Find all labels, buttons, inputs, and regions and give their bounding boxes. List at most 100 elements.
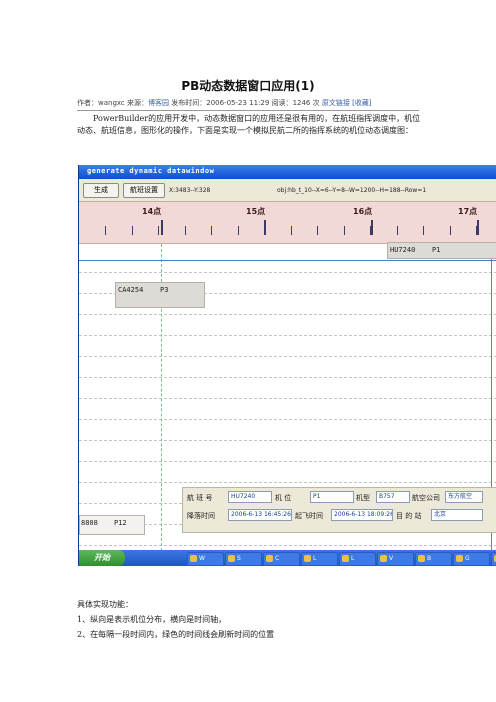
ruler-major-tick — [371, 220, 373, 235]
type-field[interactable]: B757 — [376, 491, 410, 503]
toolbar: 生成 航班设置 X:3483--Y:328 obj:hb_t_10--X=6--… — [79, 179, 496, 202]
app-icon — [228, 555, 235, 562]
app-icon — [190, 555, 197, 562]
taskbar-item[interactable]: G — [453, 552, 490, 566]
taskbar-item-label: G — [465, 555, 470, 562]
grid-row-line — [79, 419, 496, 420]
generate-button[interactable]: 生成 — [83, 183, 119, 198]
type-label: 机型 — [356, 494, 370, 502]
grid-row-line — [79, 398, 496, 399]
stand-field[interactable]: P1 — [310, 491, 354, 503]
destination-field[interactable]: 北京 — [431, 509, 483, 521]
taskbar-item-label: V — [389, 555, 394, 562]
reads-unit: 次 — [312, 99, 320, 107]
flight-block[interactable]: 8808 P12 — [79, 515, 145, 535]
app-icon — [418, 555, 425, 562]
grid-row-line — [79, 440, 496, 441]
land-time-field[interactable]: 2006-6-13 16:45:26 — [228, 509, 292, 521]
flight-stand: P12 — [114, 519, 127, 527]
published-label: 发布时间： — [171, 99, 207, 107]
takeoff-time-label: 起飞时间 — [295, 512, 323, 520]
ruler-major-tick — [477, 220, 479, 235]
ruler-tick — [317, 226, 318, 235]
app-screenshot: generate dynamic datawindow 生成 航班设置 X:34… — [78, 165, 496, 566]
flight-code: HU7240 — [390, 246, 416, 254]
windows-taskbar: 开始 W S C L L V B G P — [79, 550, 496, 566]
feature-item: 1、纵向是表示机位分布，横向是时间轴， — [77, 615, 227, 624]
stand-label: 机 位 — [275, 494, 292, 502]
grid-row-line — [79, 482, 496, 483]
ruler-major-tick — [161, 220, 163, 235]
flight-code: CA4254 — [118, 286, 144, 294]
time-ruler: 14点 15点 16点 17点 — [79, 202, 496, 244]
taskbar-item[interactable]: C — [263, 552, 300, 566]
flight-code: 8808 — [81, 519, 98, 527]
ruler-tick — [449, 226, 451, 235]
ruler-tick — [211, 226, 212, 235]
ruler-major-tick — [264, 220, 266, 235]
app-icon — [304, 555, 311, 562]
flight-settings-button[interactable]: 航班设置 — [123, 183, 165, 198]
airline-label: 航空公司 — [412, 494, 440, 502]
taskbar-item[interactable]: S — [225, 552, 262, 566]
author: wangxc — [98, 99, 125, 107]
ruler-tick — [290, 226, 292, 235]
app-icon — [266, 555, 273, 562]
article-meta: 作者：wangxc 来源：博客园 发布时间：2006-05-23 11:29 阅… — [77, 98, 419, 111]
blue-row-line — [79, 260, 496, 261]
flight-block[interactable]: CA4254 P3 — [115, 282, 205, 308]
object-info: obj:hb_t_10--X=6--Y=8--W=1200--H=188--Ro… — [277, 187, 427, 194]
flight-no-field[interactable]: HU7240 — [228, 491, 272, 503]
taskbar-item[interactable]: L — [339, 552, 376, 566]
flight-detail-panel: 航 班 号 HU7240 机 位 P1 机型 B757 航空公司 东方航空 降落… — [182, 487, 496, 533]
original-link[interactable]: 原文链接 — [322, 99, 350, 107]
ruler-tick — [396, 226, 398, 235]
taskbar-item-label: B — [427, 555, 432, 562]
taskbar-item-label: L — [313, 555, 317, 562]
taskbar-item-label: L — [351, 555, 355, 562]
ruler-tick — [105, 226, 106, 235]
published-time: 2006-05-23 11:29 — [206, 99, 270, 107]
taskbar-item[interactable]: L — [301, 552, 338, 566]
window-title: generate dynamic datawindow — [87, 167, 215, 175]
app-icon — [456, 555, 463, 562]
source-label: 来源： — [127, 99, 148, 107]
taskbar-item[interactable]: V — [377, 552, 414, 566]
ruler-tick — [131, 226, 133, 235]
ruler-tick — [158, 226, 159, 235]
reads-count: 1246 — [292, 99, 311, 107]
flight-block[interactable]: HU7240 P1 — [387, 242, 496, 259]
flight-stand: P3 — [160, 286, 169, 294]
grid-row-line — [79, 335, 496, 336]
app-icon — [342, 555, 349, 562]
flight-no-label: 航 班 号 — [187, 494, 213, 502]
grid-row-line — [79, 377, 496, 378]
source-link[interactable]: 博客园 — [148, 99, 169, 107]
ruler-tick — [237, 226, 239, 235]
ruler-tick — [184, 226, 186, 235]
ruler-tick — [343, 226, 345, 235]
cursor-coords: X:3483--Y:328 — [169, 187, 211, 194]
taskbar-item[interactable]: W — [187, 552, 224, 566]
hour-label: 16点 — [353, 207, 373, 216]
hour-label: 15点 — [246, 207, 266, 216]
taskbar-item-label: S — [237, 555, 241, 562]
hour-label: 14点 — [142, 207, 162, 216]
taskbar-item-label: C — [275, 555, 280, 562]
grid-row-line — [79, 272, 496, 273]
article-intro: PowerBuilder的应用开发中，动态数据窗口的应用还是很有用的，在航班指挥… — [77, 114, 421, 135]
takeoff-time-field[interactable]: 2006-6-13 18:09:26 — [331, 509, 393, 521]
app-icon — [380, 555, 387, 562]
grid-row-line — [79, 314, 496, 315]
taskbar-item[interactable]: B — [415, 552, 452, 566]
land-time-label: 降落时间 — [187, 512, 215, 520]
feature-heading: 具体实现功能： — [77, 600, 133, 609]
favorite-link[interactable]: [收藏] — [352, 99, 371, 107]
hour-label: 17点 — [458, 207, 478, 216]
start-button[interactable]: 开始 — [79, 550, 125, 566]
airline-field[interactable]: 东方航空 — [445, 491, 483, 503]
taskbar-item-label: W — [199, 555, 205, 562]
author-label: 作者： — [77, 99, 98, 107]
taskbar-item[interactable]: P — [491, 552, 496, 566]
article-title: PB动态数据窗口应用(1) — [181, 79, 315, 93]
